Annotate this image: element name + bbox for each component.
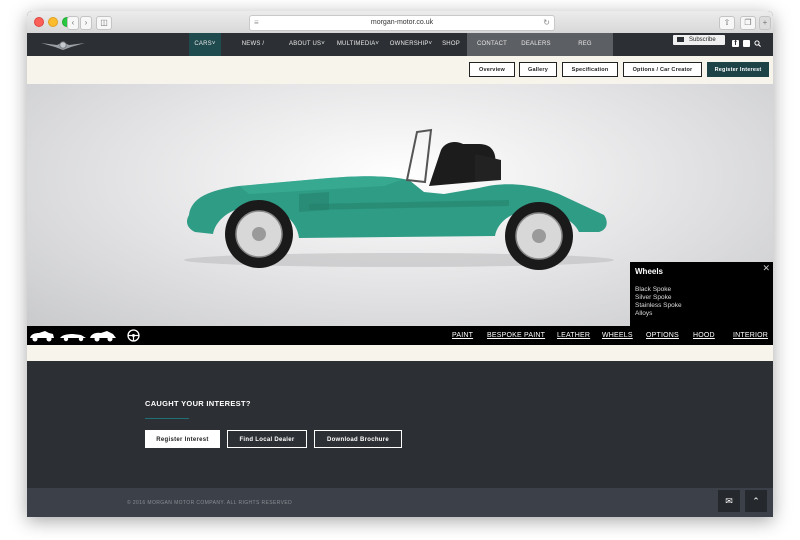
forward-icon[interactable]: › <box>80 16 92 30</box>
nav-ownership-label: OWNERSHIP <box>389 41 429 47</box>
subscribe-button[interactable]: Subscribe <box>673 35 725 45</box>
close-icon[interactable]: ✕ <box>762 263 770 274</box>
options-bar: PAINT BESPOKE PAINT LEATHER WHEELS OPTIO… <box>27 326 773 345</box>
search-icon[interactable] <box>754 40 761 47</box>
tabs-icon[interactable]: ❐ <box>740 16 756 30</box>
option-paint-link[interactable]: PAINT <box>452 326 473 345</box>
minimize-window-button[interactable] <box>48 17 58 27</box>
new-tab-icon[interactable]: + <box>759 16 771 30</box>
register-interest-button[interactable]: Register Interest <box>707 62 769 77</box>
wheels-panel-title: Wheels <box>635 267 664 276</box>
nav-news-events[interactable]: NEWS / EVENTS˅ <box>227 33 279 70</box>
car-front-view-icon[interactable] <box>29 329 55 342</box>
nav-contact[interactable]: CONTACT <box>475 33 509 56</box>
envelope-icon <box>677 37 684 42</box>
car-side-view-icon[interactable] <box>59 330 87 342</box>
option-leather-link[interactable]: LEATHER <box>557 326 590 345</box>
option-bespoke-paint-link[interactable]: BESPOKE PAINT <box>487 326 545 345</box>
url-text: morgan-motor.co.uk <box>370 19 434 26</box>
browser-window: ‹ › ◫ ≡ morgan-motor.co.uk ↻ ⇧ ❐ + CARS˅… <box>27 11 773 517</box>
nav-shop[interactable]: SHOP <box>441 33 461 56</box>
back-icon[interactable]: ‹ <box>67 16 79 30</box>
cta-section: CAUGHT YOUR INTEREST? Register Interest … <box>27 361 773 488</box>
option-hood-link[interactable]: HOOD <box>693 326 715 345</box>
wheel-option-silver-spoke[interactable]: Silver Spoke <box>635 294 672 302</box>
option-interior-link[interactable]: INTERIOR <box>733 326 768 345</box>
reload-icon[interactable]: ↻ <box>543 16 550 30</box>
overview-button[interactable]: Overview <box>469 62 515 77</box>
wheels-options-panel: Wheels ✕ Black Spoke Silver Spoke Stainl… <box>630 262 773 326</box>
back-to-top-icon[interactable]: ⌃ <box>745 490 767 512</box>
nav-ownership[interactable]: OWNERSHIP˅ <box>389 33 433 56</box>
site-footer: © 2016 MORGAN MOTOR COMPANY. ALL RIGHTS … <box>27 488 773 517</box>
twitter-icon[interactable] <box>743 40 750 47</box>
nav-cars[interactable]: CARS˅ <box>189 33 221 56</box>
cta-heading: CAUGHT YOUR INTEREST? <box>145 399 251 408</box>
nav-about-us[interactable]: ABOUT US˅ <box>289 33 325 56</box>
nav-multimedia[interactable]: MULTIMEDIA˅ <box>335 33 381 56</box>
share-icon[interactable]: ⇧ <box>719 16 735 30</box>
nav-dealers[interactable]: DEALERS <box>521 33 551 56</box>
copyright-text: © 2016 MORGAN MOTOR COMPANY. ALL RIGHTS … <box>127 500 293 506</box>
main-navigation: CARS˅ NEWS / EVENTS˅ ABOUT US˅ MULTIMEDI… <box>27 33 773 70</box>
subscribe-label: Subscribe <box>689 37 716 43</box>
facebook-icon[interactable]: f <box>732 40 739 47</box>
wheel-option-stainless-spoke[interactable]: Stainless Spoke <box>635 302 682 310</box>
car-configurator-viewer: Wheels ✕ Black Spoke Silver Spoke Stainl… <box>27 84 773 326</box>
browser-titlebar: ‹ › ◫ ≡ morgan-motor.co.uk ↻ ⇧ ❐ + <box>27 11 773 34</box>
nav-cars-label: CARS <box>194 41 212 47</box>
morgan-logo[interactable] <box>41 39 85 51</box>
specification-button[interactable]: Specification <box>562 62 618 77</box>
find-local-dealer-button[interactable]: Find Local Dealer <box>227 430 307 448</box>
nav-reg-interest[interactable]: REG INTEREST <box>563 33 607 70</box>
option-wheels-link[interactable]: WHEELS <box>602 326 633 345</box>
car-rear-view-icon[interactable] <box>89 329 117 342</box>
nav-about-label: ABOUT US <box>289 41 322 47</box>
car-image[interactable] <box>179 120 619 270</box>
nav-multimedia-label: MULTIMEDIA <box>336 41 376 47</box>
download-brochure-button[interactable]: Download Brochure <box>314 430 402 448</box>
sidebar-icon[interactable]: ◫ <box>96 16 112 30</box>
close-window-button[interactable] <box>34 17 44 27</box>
options-car-creator-button[interactable]: Options / Car Creator <box>623 62 702 77</box>
email-icon[interactable]: ✉ <box>718 490 740 512</box>
cta-register-interest-button[interactable]: Register Interest <box>145 430 220 448</box>
steering-wheel-icon[interactable] <box>127 329 140 342</box>
reader-icon[interactable]: ≡ <box>254 19 259 27</box>
gallery-button[interactable]: Gallery <box>519 62 557 77</box>
option-options-link[interactable]: OPTIONS <box>646 326 679 345</box>
wheel-option-alloys[interactable]: Alloys <box>635 310 652 318</box>
address-bar[interactable]: ≡ morgan-motor.co.uk ↻ <box>249 15 555 31</box>
model-subnav: Overview Gallery Specification Options /… <box>27 56 773 84</box>
wheel-option-black-spoke[interactable]: Black Spoke <box>635 286 671 294</box>
cta-underline <box>145 418 189 419</box>
section-divider <box>27 345 773 361</box>
